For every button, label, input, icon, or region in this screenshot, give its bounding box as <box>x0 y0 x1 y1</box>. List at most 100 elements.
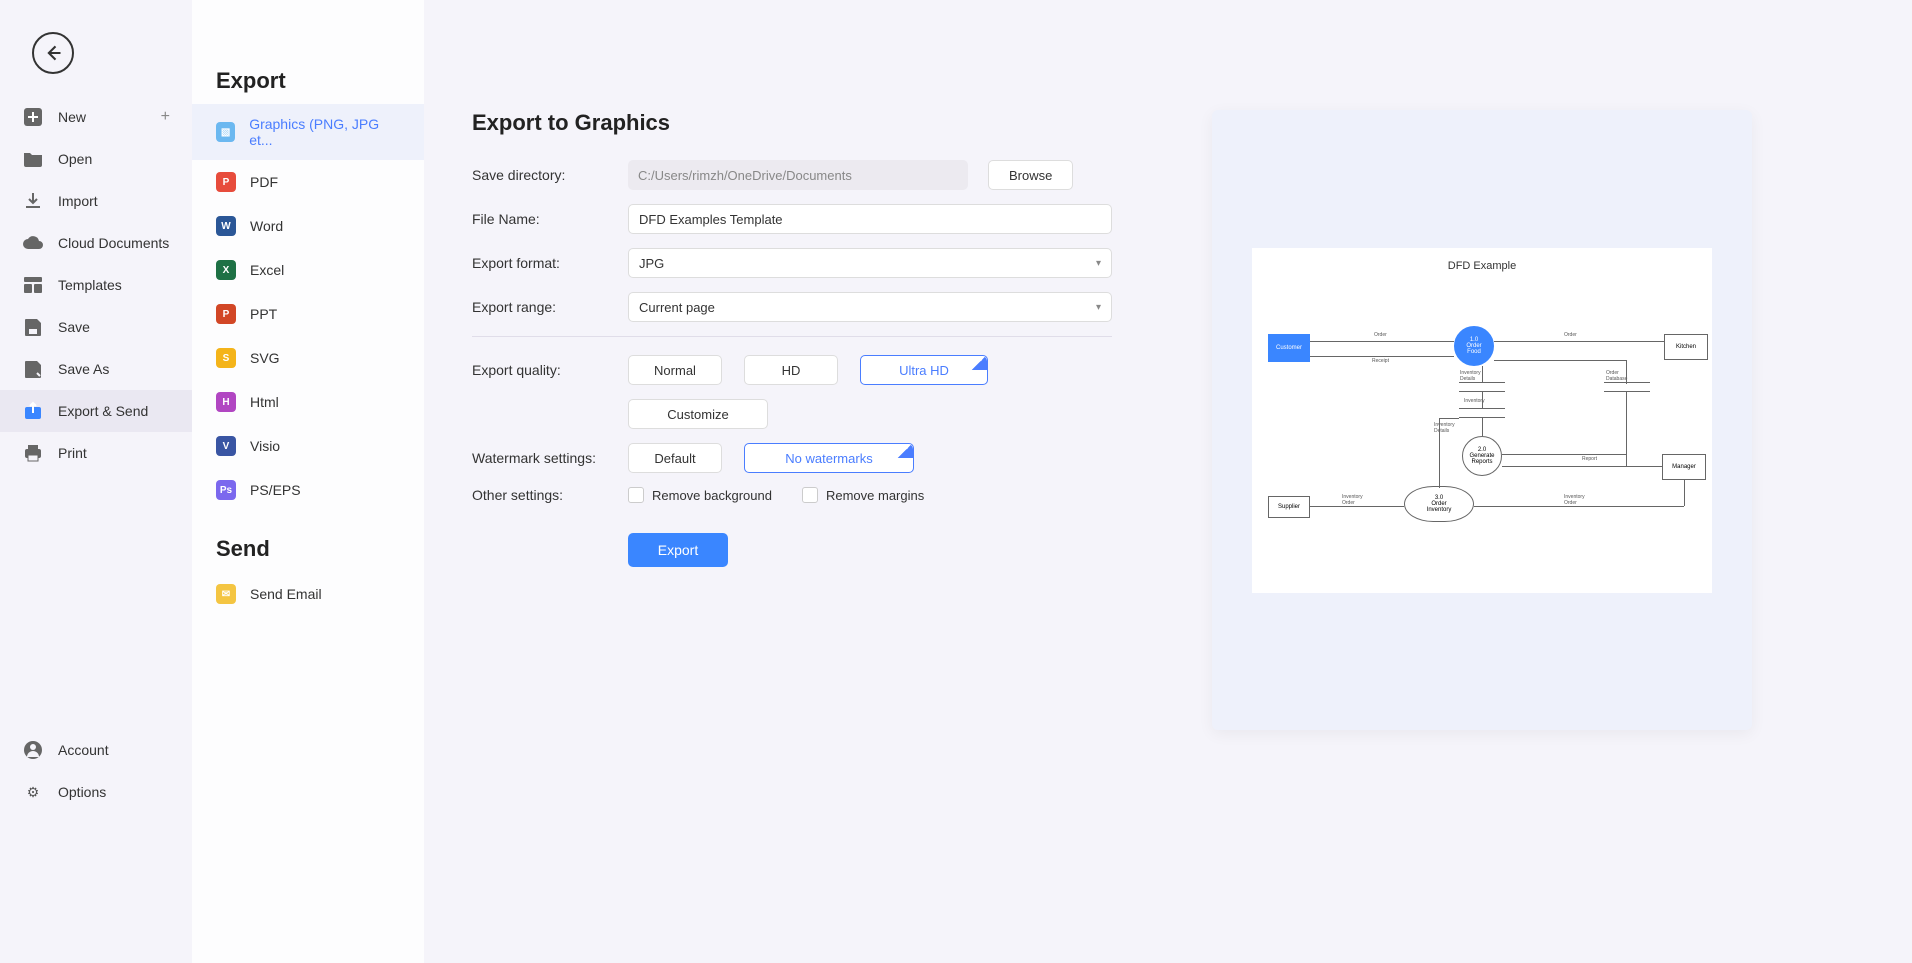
dfd-diagram: Customer 1.0OrderFood Kitchen Manager Su… <box>1264 286 1700 566</box>
nav-options[interactable]: ⚙ Options <box>0 771 192 813</box>
svg-icon: S <box>216 348 236 368</box>
fmt-label: Excel <box>250 262 284 278</box>
fmt-label: Visio <box>250 438 280 454</box>
nav-label: Cloud Documents <box>58 235 169 251</box>
watermark-none-button[interactable]: No watermarks <box>744 443 914 473</box>
send-label: Send Email <box>250 586 322 602</box>
checkbox-box <box>802 487 818 503</box>
fmt-label: Word <box>250 218 283 234</box>
mail-icon: ✉ <box>216 584 236 604</box>
ppt-icon: P <box>216 304 236 324</box>
export-icon <box>22 400 44 422</box>
entity-customer: Customer <box>1268 334 1310 362</box>
store-order-database <box>1604 382 1650 392</box>
fmt-label: Html <box>250 394 279 410</box>
watermark-default-button[interactable]: Default <box>628 443 722 473</box>
export-button[interactable]: Export <box>628 533 728 567</box>
file-name-input[interactable] <box>628 204 1112 234</box>
export-format-label: Export format: <box>472 255 628 271</box>
store-inventory-details <box>1459 382 1505 392</box>
send-heading: Send <box>192 512 424 572</box>
entity-manager: Manager <box>1662 454 1706 480</box>
html-icon: H <box>216 392 236 412</box>
nav-new[interactable]: New + <box>0 96 192 138</box>
nav-save-as[interactable]: Save As <box>0 348 192 390</box>
print-icon <box>22 442 44 464</box>
nav-import[interactable]: Import <box>0 180 192 222</box>
preview-image: DFD Example Customer 1.0OrderFood Kitche… <box>1252 248 1712 593</box>
nav-print[interactable]: Print <box>0 432 192 474</box>
fmt-graphics[interactable]: ▧ Graphics (PNG, JPG et... <box>192 104 424 160</box>
save-dir-label: Save directory: <box>472 167 628 183</box>
fmt-label: PS/EPS <box>250 482 301 498</box>
store-inventory <box>1459 408 1505 418</box>
browse-button[interactable]: Browse <box>988 160 1073 190</box>
import-icon <box>22 190 44 212</box>
export-range-select[interactable]: Current page <box>628 292 1112 322</box>
visio-icon: V <box>216 436 236 456</box>
fmt-ppt[interactable]: P PPT <box>192 292 424 336</box>
process-order-inventory: 3.0OrderInventory <box>1404 486 1474 522</box>
form-heading: Export to Graphics <box>472 110 1112 136</box>
back-button[interactable] <box>32 32 74 74</box>
fmt-word[interactable]: W Word <box>192 204 424 248</box>
file-name-label: File Name: <box>472 211 628 227</box>
plus-icon[interactable]: + <box>161 108 170 126</box>
quality-hd-button[interactable]: HD <box>744 355 838 385</box>
fmt-ps-eps[interactable]: Ps PS/EPS <box>192 468 424 512</box>
fmt-pdf[interactable]: P PDF <box>192 160 424 204</box>
nav-label: Open <box>58 151 92 167</box>
word-icon: W <box>216 216 236 236</box>
remove-margins-checkbox[interactable]: Remove margins <box>802 487 924 503</box>
pdf-icon: P <box>216 172 236 192</box>
nav-label: New <box>58 109 86 125</box>
process-generate-reports: 2.0GenerateReports <box>1462 436 1502 476</box>
export-range-label: Export range: <box>472 299 628 315</box>
nav-label: Options <box>58 784 106 800</box>
folder-icon <box>22 148 44 170</box>
save-icon <box>22 316 44 338</box>
store-label: InventoryDetails <box>1460 370 1481 382</box>
export-sidebar: Export ▧ Graphics (PNG, JPG et... P PDF … <box>192 0 424 963</box>
fmt-excel[interactable]: X Excel <box>192 248 424 292</box>
export-heading: Export <box>192 68 424 104</box>
quality-customize-button[interactable]: Customize <box>628 399 768 429</box>
send-email[interactable]: ✉ Send Email <box>192 572 424 616</box>
nav-label: Account <box>58 742 109 758</box>
nav-label: Save <box>58 319 90 335</box>
fmt-visio[interactable]: V Visio <box>192 424 424 468</box>
save-dir-value: C:/Users/rimzh/OneDrive/Documents <box>628 160 968 190</box>
nav-label: Templates <box>58 277 122 293</box>
quality-uhd-button[interactable]: Ultra HD <box>860 355 988 385</box>
store-label: OrderDatabase <box>1606 370 1627 382</box>
nav-label: Save As <box>58 361 109 377</box>
nav-account[interactable]: Account <box>0 729 192 771</box>
preview-panel: DFD Example Customer 1.0OrderFood Kitche… <box>1212 110 1752 730</box>
process-order-food: 1.0OrderFood <box>1454 326 1494 366</box>
nav-label: Export & Send <box>58 403 148 419</box>
nav-label: Import <box>58 193 98 209</box>
fmt-html[interactable]: H Html <box>192 380 424 424</box>
fmt-label: SVG <box>250 350 280 366</box>
nav-cloud-documents[interactable]: Cloud Documents <box>0 222 192 264</box>
remove-bg-checkbox[interactable]: Remove background <box>628 487 772 503</box>
checkbox-box <box>628 487 644 503</box>
preview-title: DFD Example <box>1264 260 1700 272</box>
export-quality-label: Export quality: <box>472 362 628 378</box>
export-format-select[interactable]: JPG <box>628 248 1112 278</box>
entity-kitchen: Kitchen <box>1664 334 1708 360</box>
ps-icon: Ps <box>216 480 236 500</box>
other-settings-label: Other settings: <box>472 487 628 503</box>
nav-open[interactable]: Open <box>0 138 192 180</box>
fmt-svg[interactable]: S SVG <box>192 336 424 380</box>
leftnav: New + Open Import Cloud Documents Templa… <box>0 96 192 963</box>
fmt-label: Graphics (PNG, JPG et... <box>249 116 400 148</box>
nav-templates[interactable]: Templates <box>0 264 192 306</box>
entity-supplier: Supplier <box>1268 496 1310 518</box>
save-as-icon <box>22 358 44 380</box>
nav-save[interactable]: Save <box>0 306 192 348</box>
watermark-label: Watermark settings: <box>472 450 628 466</box>
fmt-label: PPT <box>250 306 277 322</box>
nav-export-send[interactable]: Export & Send <box>0 390 192 432</box>
quality-normal-button[interactable]: Normal <box>628 355 722 385</box>
